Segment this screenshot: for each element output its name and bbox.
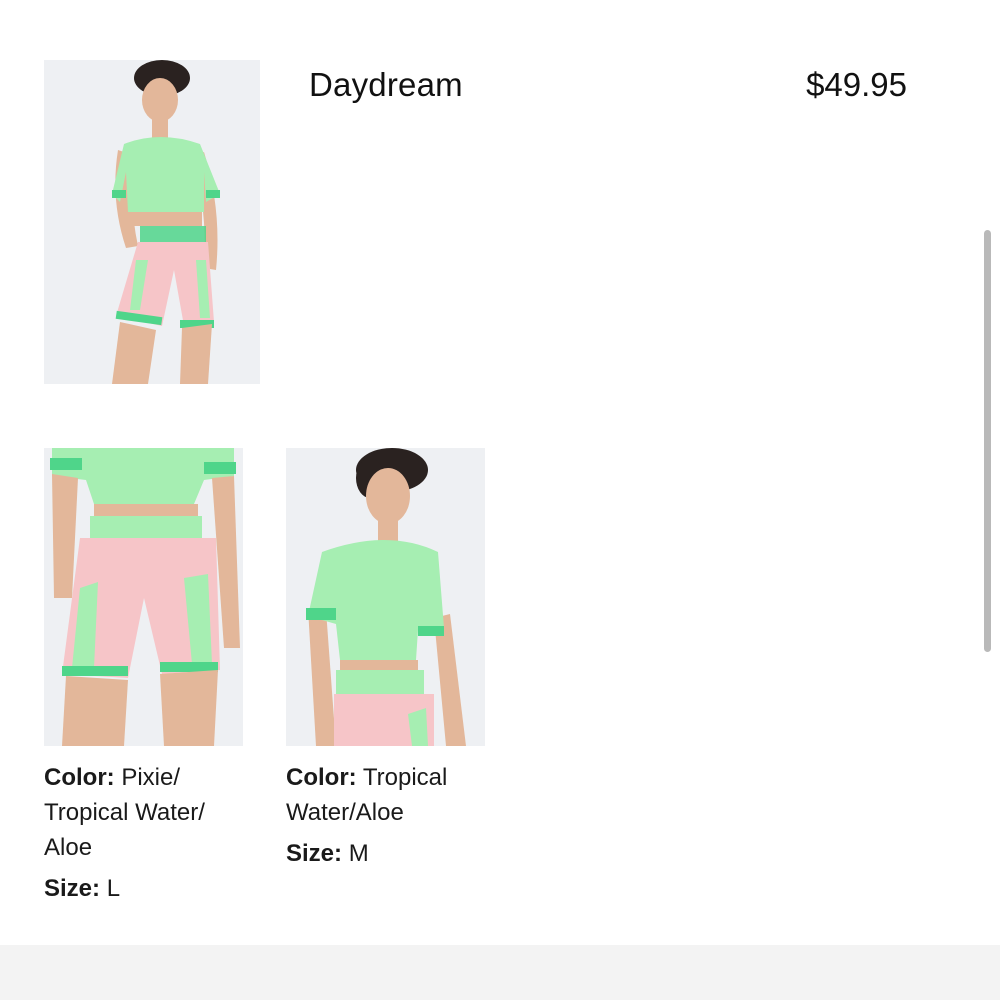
variant-color-row: Color: Tropical Water/Aloe bbox=[286, 760, 486, 830]
variant-info-2: Color: Tropical Water/Aloe Size: M bbox=[286, 760, 486, 871]
variant-size-row: Size: M bbox=[286, 836, 486, 871]
variant-color-row: Color: Pixie/ Tropical Water/ Aloe bbox=[44, 760, 244, 865]
size-value: L bbox=[106, 875, 121, 902]
size-label: Size: bbox=[286, 840, 343, 867]
scrollbar-thumb[interactable] bbox=[984, 230, 991, 652]
variant-image-shorts[interactable] bbox=[44, 448, 243, 746]
product-title: Daydream bbox=[309, 66, 463, 103]
color-label: Color: bbox=[286, 764, 357, 791]
product-image-main[interactable] bbox=[44, 60, 260, 384]
footer-band bbox=[0, 945, 1000, 1000]
model-front-illustration bbox=[44, 60, 260, 384]
shorts-closeup-illustration bbox=[44, 448, 243, 746]
size-value: M bbox=[348, 840, 369, 867]
top-closeup-illustration bbox=[286, 448, 485, 746]
color-label: Color: bbox=[44, 764, 115, 791]
variant-size-row: Size: L bbox=[44, 871, 244, 906]
size-label: Size: bbox=[44, 875, 101, 902]
product-detail-page: Daydream $49.95 Color: Pixie/ Tropical W… bbox=[0, 0, 1000, 1000]
variant-info-1: Color: Pixie/ Tropical Water/ Aloe Size:… bbox=[44, 760, 244, 906]
product-price: $49.95 bbox=[806, 66, 907, 103]
variant-image-top[interactable] bbox=[286, 448, 485, 746]
